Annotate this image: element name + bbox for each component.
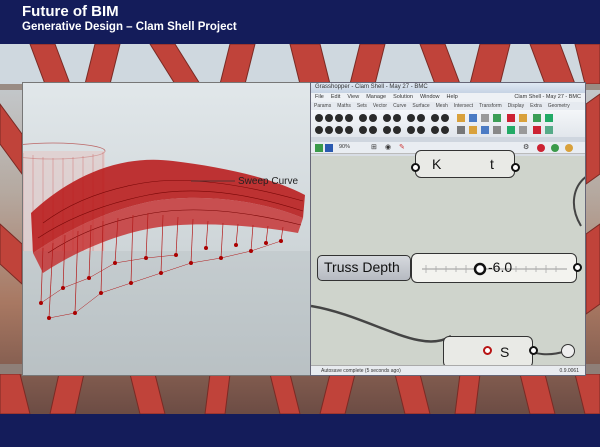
menu-bar: File Edit View Manage Solution Window He…: [311, 93, 585, 102]
component-ribbon: [311, 110, 585, 142]
s-input-port[interactable]: [483, 346, 492, 355]
sketch-icon[interactable]: ✎: [399, 143, 405, 151]
component-input-k: K: [432, 156, 442, 172]
zoom-level[interactable]: 90%: [339, 144, 350, 150]
bake-icon[interactable]: [537, 144, 545, 152]
component-tabs: Params Maths Sets Vector Curve Surface M…: [311, 102, 585, 110]
tab-transform[interactable]: Transform: [479, 103, 502, 109]
open-icon[interactable]: [315, 144, 323, 152]
rhino-render-view: Sweep Curve: [22, 82, 312, 376]
tab-maths[interactable]: Maths: [337, 103, 351, 109]
window-title: Grasshopper - Clam Shell - May 27 - BMC: [311, 83, 585, 93]
tab-surface[interactable]: Surface: [412, 103, 429, 109]
slide-header: Future of BIM Generative Design – Clam S…: [0, 0, 600, 44]
tab-intersect[interactable]: Intersect: [454, 103, 473, 109]
menu-edit[interactable]: Edit: [331, 94, 340, 101]
data-dam-icon[interactable]: [561, 344, 575, 358]
solver-icon[interactable]: [551, 144, 559, 152]
k-t-component[interactable]: K t: [415, 150, 515, 178]
tab-mesh[interactable]: Mesh: [436, 103, 448, 109]
slider-value: -6.0: [488, 259, 513, 275]
grasshopper-canvas[interactable]: K t Truss Depth -6.0 S: [311, 150, 585, 368]
cluster-icon[interactable]: [565, 144, 573, 152]
tab-sets[interactable]: Sets: [357, 103, 367, 109]
slider-output-port[interactable]: [573, 263, 582, 272]
component-output-s: S: [500, 344, 510, 360]
output-port[interactable]: [511, 163, 520, 172]
save-icon[interactable]: [325, 144, 333, 152]
menu-help[interactable]: Help: [447, 94, 458, 101]
slide-footer-band: [0, 414, 600, 447]
sweep-curve-label: Sweep Curve: [238, 176, 299, 187]
status-bar: Autosave complete (5 seconds ago) 0.9.00…: [311, 365, 585, 375]
preview-icon[interactable]: ◉: [385, 143, 391, 151]
menu-solution[interactable]: Solution: [393, 94, 413, 101]
component-output-t: t: [490, 156, 494, 172]
input-port[interactable]: [411, 163, 420, 172]
truss-depth-label[interactable]: Truss Depth: [317, 255, 411, 281]
menu-manage[interactable]: Manage: [366, 94, 386, 101]
slide-subtitle: Generative Design – Clam Shell Project: [22, 21, 237, 33]
document-name: Clam Shell - May 27 - BMC: [514, 94, 581, 100]
slide: Future of BIM Generative Design – Clam S…: [0, 0, 600, 447]
menu-file[interactable]: File: [315, 94, 324, 101]
slide-title: Future of BIM: [22, 3, 119, 20]
tab-display[interactable]: Display: [508, 103, 524, 109]
tab-vector[interactable]: Vector: [373, 103, 387, 109]
zoom-extents-icon[interactable]: ⊞: [371, 143, 377, 151]
s-output-port[interactable]: [529, 346, 538, 355]
truss-depth-slider[interactable]: -6.0: [411, 253, 577, 283]
tab-extra[interactable]: Extra: [530, 103, 542, 109]
grasshopper-window: Grasshopper - Clam Shell - May 27 - BMC …: [310, 82, 586, 376]
tab-params[interactable]: Params: [314, 103, 331, 109]
menu-view[interactable]: View: [347, 94, 359, 101]
tab-geometry[interactable]: Geometry: [548, 103, 570, 109]
menu-window[interactable]: Window: [420, 94, 440, 101]
status-text: Autosave complete (5 seconds ago): [321, 368, 401, 374]
version-text: 0.9.0061: [559, 368, 579, 374]
wire-display-icon[interactable]: ⚙: [523, 143, 529, 151]
tab-curve[interactable]: Curve: [393, 103, 406, 109]
